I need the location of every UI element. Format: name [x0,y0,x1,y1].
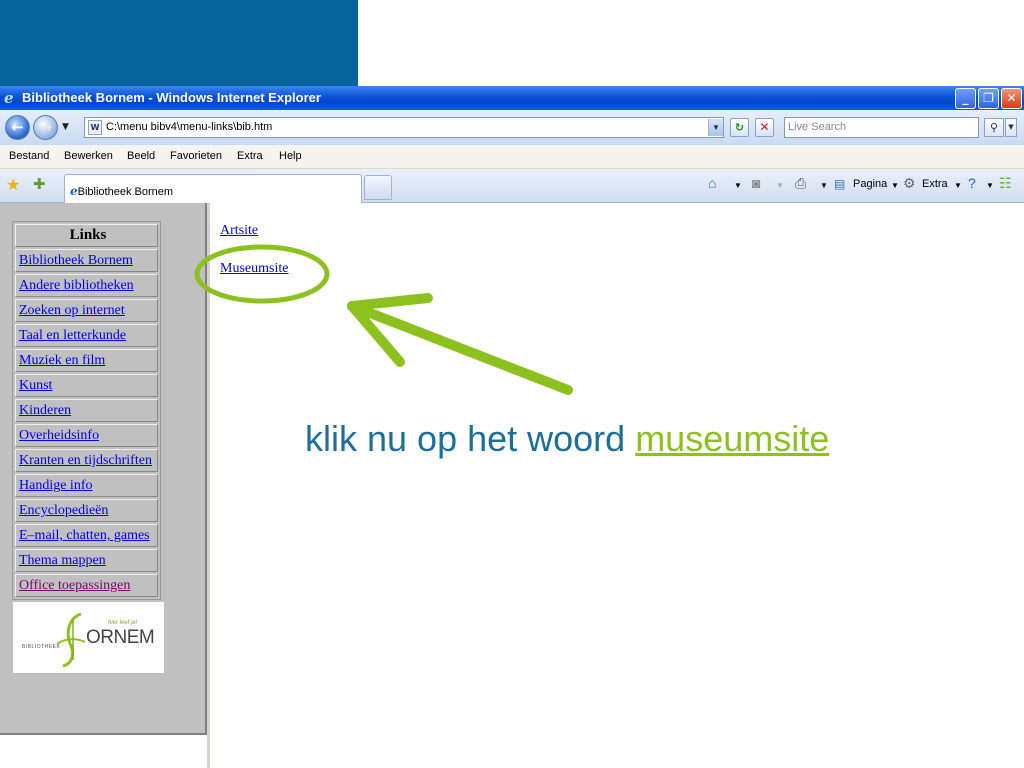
address-field[interactable]: W C:\menu bibv4\menu-links\bib.htm ▼ [84,117,724,138]
instruction-text: klik nu op het woord museumsite [305,418,829,460]
bornem-logo: BIBLIOTHEEK hier leef je! ORNEM [13,602,164,673]
links-menu: Links Bibliotheek Bornem Andere biblioth… [12,221,161,600]
feeds-dropdown-icon[interactable]: ▼ [776,181,784,190]
address-toolbar: ← → ▼ W C:\menu bibv4\menu-links\bib.htm … [0,110,1024,145]
tools-dropdown-icon[interactable]: ▼ [954,181,962,190]
sidebar-item-office-toepassingen[interactable]: Office toepassingen [15,574,158,597]
logo-tagline: hier leef je! [108,620,138,626]
instruction-prefix: klik nu op het woord [305,418,636,459]
new-tab-button[interactable] [364,175,392,200]
print-dropdown-icon[interactable]: ▼ [820,181,828,190]
link-museumsite[interactable]: Museumsite [220,261,288,277]
link-artsite[interactable]: Artsite [220,223,258,239]
sidebar-item-kinderen[interactable]: Kinderen [15,399,158,422]
tab-command-bar: ★ ✚ eBibliotheek Bornem ⌂ ▼ ◙ ▼ ⎙ ▼ ▤ Pa… [0,169,1024,203]
menu-bar: Bestand Bewerken Beeld Favorieten Extra … [0,145,1024,169]
window-title: Bibliotheek Bornem - Windows Internet Ex… [22,90,321,105]
links-header: Links [15,224,158,247]
forward-arrow-icon[interactable]: → [33,115,58,140]
address-dropdown-icon[interactable]: ▼ [708,119,723,136]
back-arrow-icon[interactable]: ← [5,115,30,140]
search-options-dropdown-icon[interactable]: ▼ [1005,118,1017,137]
sidebar-item-andere-bibliotheken[interactable]: Andere bibliotheken [15,274,158,297]
logo-small-text: BIBLIOTHEEK [22,644,61,650]
menu-favorites[interactable]: Favorieten [170,150,222,162]
close-button[interactable]: ✕ [1001,88,1022,109]
sidebar-item-zoeken-op-internet[interactable]: Zoeken op internet [15,299,158,322]
print-icon[interactable]: ⎙ [795,175,806,192]
sidebar-item-kranten-en-tijdschriften[interactable]: Kranten en tijdschriften [15,449,158,472]
left-frame-bottom [0,733,207,768]
menu-file[interactable]: Bestand [9,150,49,162]
maximize-button[interactable]: ❐ [978,88,999,109]
stop-icon[interactable]: ✕ [755,118,774,137]
sidebar-item-taal-en-letterkunde[interactable]: Taal en letterkunde [15,324,158,347]
minimize-button[interactable]: _ [955,88,976,109]
instruction-highlight: museumsite [635,418,830,459]
sidebar-item-handige-info[interactable]: Handige info [15,474,158,497]
menu-help[interactable]: Help [279,150,302,162]
search-icon[interactable]: ⚲ [984,118,1004,137]
help-icon[interactable]: ? [968,175,976,191]
menu-view[interactable]: Beeld [127,150,155,162]
home-dropdown-icon[interactable]: ▼ [734,181,742,190]
sidebar-item-kunst[interactable]: Kunst [15,374,158,397]
page-dropdown-icon[interactable]: ▼ [891,181,899,190]
window-titlebar: e Bibliotheek Bornem - Windows Internet … [0,86,1024,110]
tab-bibliotheek-bornem[interactable]: eBibliotheek Bornem [64,174,362,203]
search-input[interactable]: Live Search [784,117,979,138]
tab-label: Bibliotheek Bornem [77,186,174,198]
sidebar-item-muziek-en-film[interactable]: Muziek en film [15,349,158,372]
sidebar-item-overheidsinfo[interactable]: Overheidsinfo [15,424,158,447]
address-url: C:\menu bibv4\menu-links\bib.htm [106,121,273,133]
page-icon: W [88,120,102,135]
page-menu[interactable]: Pagina [853,178,887,190]
refresh-icon[interactable]: ↻ [730,118,749,137]
history-dropdown-icon[interactable]: ▼ [62,122,69,132]
page-menu-icon: ▤ [834,177,846,191]
gear-icon: ⚙ [903,175,916,191]
home-icon[interactable]: ⌂ [708,175,716,191]
logo-name: ORNEM [86,627,155,648]
research-icon[interactable]: ☷ [999,175,1012,192]
feeds-icon[interactable]: ◙ [752,175,760,191]
help-dropdown-icon[interactable]: ▼ [986,181,994,190]
slide-accent-banner [0,0,358,86]
sidebar-item-thema-mappen[interactable]: Thema mappen [15,549,158,572]
frame-divider[interactable] [207,203,210,768]
menu-tools[interactable]: Extra [237,150,263,162]
favorites-star-icon[interactable]: ★ [6,175,20,195]
add-favorite-icon[interactable]: ✚ [33,175,46,193]
ie-page-icon: e [70,184,78,198]
logo-swirl-icon [56,612,86,668]
sidebar-item-bibliotheek-bornem[interactable]: Bibliotheek Bornem [15,249,158,272]
tools-menu[interactable]: Extra [922,178,948,190]
menu-edit[interactable]: Bewerken [64,150,113,162]
sidebar-item-encyclopedieen[interactable]: Encyclopedieën [15,499,158,522]
sidebar-item-email-chatten-games[interactable]: E–mail, chatten, games [15,524,158,547]
ie-logo-icon: e [4,89,14,107]
